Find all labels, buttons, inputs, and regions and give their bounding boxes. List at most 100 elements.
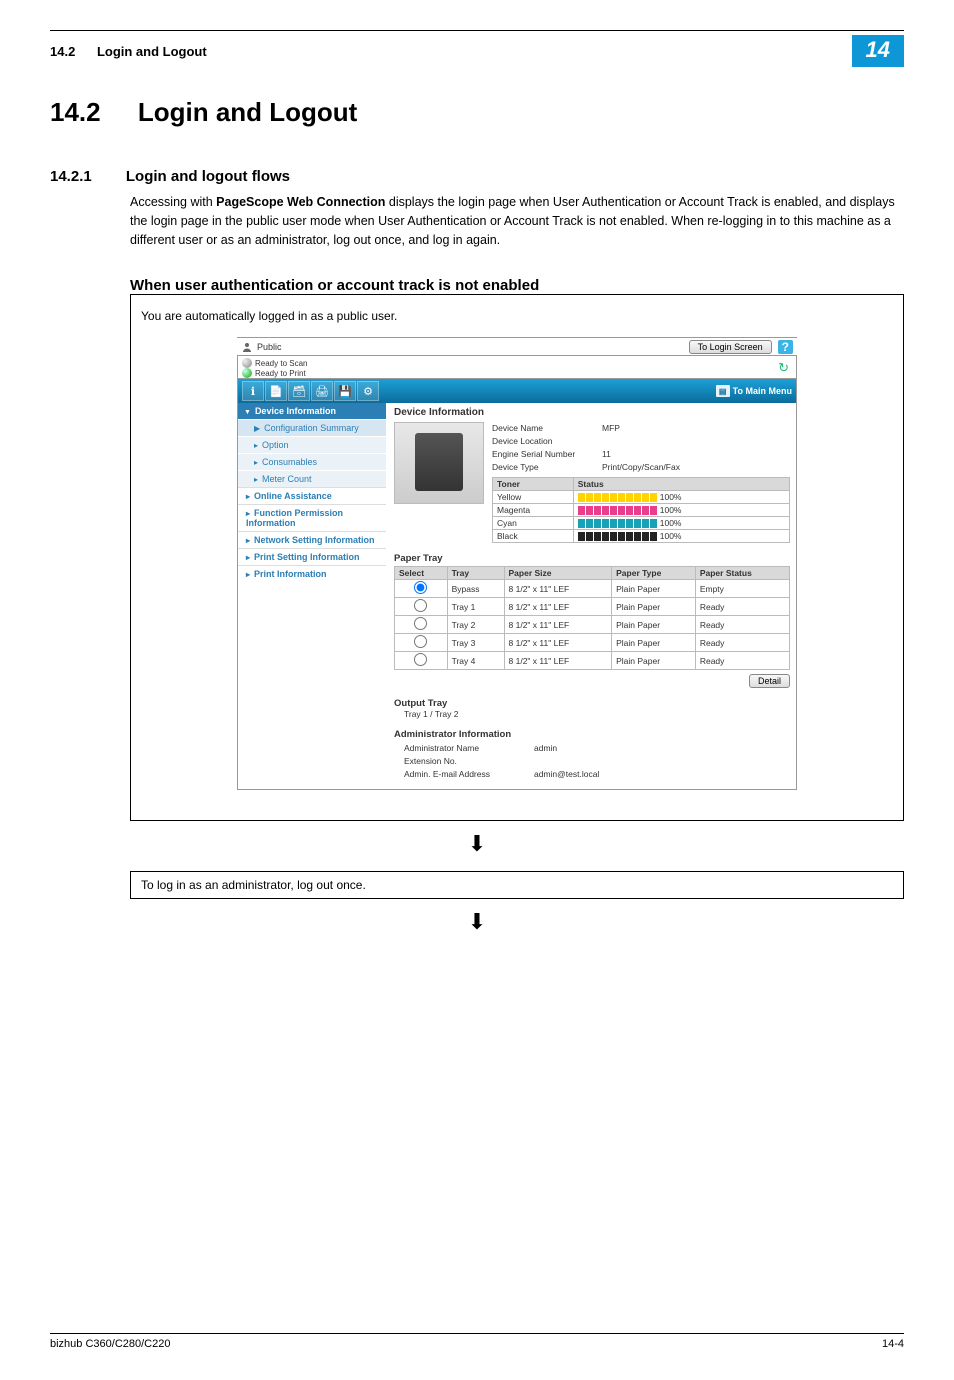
sidebar-item-consumables[interactable]: Consumables [238,453,386,470]
output-tray-heading: Output Tray [394,698,790,709]
paper-th-select: Select [395,567,448,580]
header-section-title: Login and Logout [97,44,207,59]
tray-select-radio[interactable] [414,581,427,594]
tray-select-radio[interactable] [414,653,427,666]
h2-title: Login and logout flows [126,168,290,185]
subsection-heading-14-2-1: 14.2.1 Login and logout flows [50,168,904,185]
nav-icon-print[interactable]: 🖨 [311,381,333,401]
sidebar-item-print-setting[interactable]: Print Setting Information [238,548,386,565]
nav-icon-custom[interactable]: ⚙ [357,381,379,401]
toner-name: Magenta [493,504,574,517]
footer-model: bizhub C360/C280/C220 [50,1338,170,1350]
toner-row: Magenta100% [493,504,790,517]
paper-status: Ready [695,634,789,652]
to-main-menu-label: To Main Menu [733,386,792,396]
intro-bold: PageScope Web Connection [216,195,385,209]
output-tray-section: Output Tray Tray 1 / Tray 2 [394,698,790,719]
main-title: Device Information [394,407,790,418]
paper-size: 8 1/2" x 11" LEF [504,616,612,634]
tray-select-radio[interactable] [414,599,427,612]
arrow-down-icon: ⬇ [0,909,954,935]
sidebar-item-function-permission[interactable]: Function Permission Information [238,504,386,531]
device-image [394,422,484,504]
wc-main-panel: Device Information Device NameMFP Device… [386,403,796,788]
tray-name: Tray 2 [447,616,504,634]
device-name-value: MFP [602,422,620,435]
sidebar-item-online-assistance[interactable]: Online Assistance [238,487,386,504]
sidebar-item-device-information[interactable]: Device Information [238,403,386,419]
admin-email-label: Admin. E-mail Address [404,768,534,781]
running-header: 14.2 Login and Logout 14 [50,35,904,67]
paper-type: Plain Paper [612,598,696,616]
chapter-badge: 14 [852,35,904,67]
paper-type: Plain Paper [612,580,696,598]
top-rule [50,30,904,31]
paper-tray-row: Tray 48 1/2" x 11" LEFPlain PaperReady [395,652,790,670]
header-section-number: 14.2 [50,44,75,59]
paper-size: 8 1/2" x 11" LEF [504,580,612,598]
toner-status: 100% [573,504,789,517]
h2-number: 14.2.1 [50,168,92,185]
scan-status-icon [242,358,252,368]
tray-select-radio[interactable] [414,635,427,648]
admin-email-value: admin@test.local [534,768,599,781]
user-icon [241,341,253,353]
device-name-label: Device Name [492,422,602,435]
nav-icon-box[interactable]: 🗃 [288,381,310,401]
paper-status: Empty [695,580,789,598]
nav-icon-info[interactable]: ℹ [242,381,264,401]
toner-name: Cyan [493,517,574,530]
toner-row: Cyan100% [493,517,790,530]
toner-status: 100% [573,517,789,530]
refresh-icon[interactable]: ↻ [778,360,789,376]
tray-name: Tray 1 [447,598,504,616]
scenario-heading: When user authentication or account trac… [130,277,954,294]
print-status-icon [242,368,252,378]
page-footer: bizhub C360/C280/C220 14-4 [50,1333,904,1350]
sidebar-item-meter-count[interactable]: Meter Count [238,470,386,487]
paper-type: Plain Paper [612,616,696,634]
admin-name-value: admin [534,742,557,755]
sidebar-item-configuration-summary[interactable]: Configuration Summary [238,419,386,436]
nav-icon-store[interactable]: 💾 [334,381,356,401]
arrow-down-icon: ⬇ [0,831,954,857]
wc-top-bar: Public To Login Screen ? [237,337,797,356]
caption-1: You are automatically logged in as a pub… [141,309,893,323]
toner-header-status: Status [573,478,789,491]
print-status-text: Ready to Print [255,369,306,378]
tray-select-radio[interactable] [414,617,427,630]
sidebar-item-network-setting[interactable]: Network Setting Information [238,531,386,548]
tray-name: Tray 4 [447,652,504,670]
paper-th-tray: Tray [447,567,504,580]
sidebar-item-print-information[interactable]: Print Information [238,565,386,582]
section-heading-14-2: 14.2 Login and Logout [50,97,904,128]
wc-sidebar: Device Information Configuration Summary… [238,403,386,788]
toner-name: Black [493,530,574,543]
output-tray-value: Tray 1 / Tray 2 [394,709,790,719]
paper-tray-row: Tray 28 1/2" x 11" LEFPlain PaperReady [395,616,790,634]
login-screen-button[interactable]: To Login Screen [689,340,772,354]
header-left: 14.2 Login and Logout [50,44,207,59]
sidebar-item-option[interactable]: Option [238,436,386,453]
admin-info-section: Administrator Information Administrator … [394,729,790,780]
device-type-label: Device Type [492,461,602,474]
toner-row: Yellow100% [493,491,790,504]
paper-th-size: Paper Size [504,567,612,580]
nav-icon-job[interactable]: 📄 [265,381,287,401]
tray-name: Bypass [447,580,504,598]
paper-tray-row: Bypass8 1/2" x 11" LEFPlain PaperEmpty [395,580,790,598]
extension-label: Extension No. [404,755,534,768]
screenshot-frame-1: You are automatically logged in as a pub… [130,294,904,820]
toner-status: 100% [573,530,789,543]
detail-button[interactable]: Detail [749,674,790,688]
paper-th-status: Paper Status [695,567,789,580]
toner-header-toner: Toner [493,478,574,491]
wc-user-label: Public [257,342,689,352]
main-menu-icon: ▤ [716,385,730,397]
tray-name: Tray 3 [447,634,504,652]
toner-table: Toner Status Yellow100%Magenta100%Cyan10… [492,477,790,543]
paper-type: Plain Paper [612,634,696,652]
to-main-menu-link[interactable]: ▤ To Main Menu [716,385,792,397]
paper-status: Ready [695,652,789,670]
help-icon[interactable]: ? [778,340,793,354]
